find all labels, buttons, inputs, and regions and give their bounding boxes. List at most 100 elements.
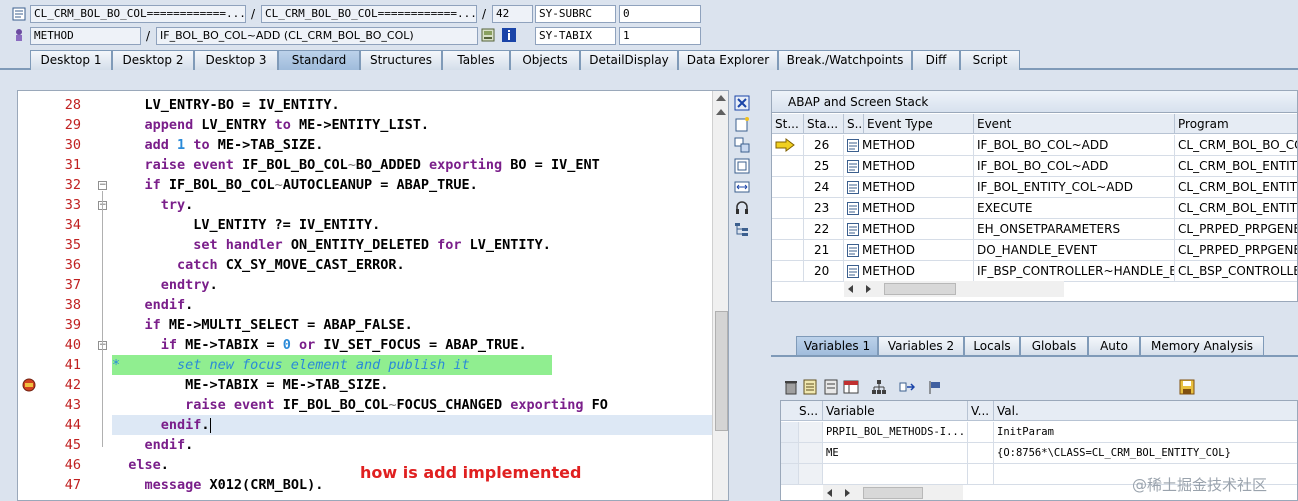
stack-level-cell[interactable]: 25: [804, 156, 844, 177]
tab-breakpoints-watchpoints[interactable]: Break./Watchpoints: [778, 50, 912, 70]
tab-diff[interactable]: Diff: [912, 50, 960, 70]
stack-level-cell[interactable]: 20: [804, 261, 844, 282]
table-icon[interactable]: [843, 379, 859, 395]
stack-current-marker[interactable]: [772, 219, 804, 240]
tab-tables[interactable]: Tables: [442, 50, 510, 70]
event-field[interactable]: IF_BOL_BO_COL~ADD (CL_CRM_BOL_BO_COL): [156, 27, 478, 45]
new-window-icon[interactable]: [734, 116, 750, 132]
event-cell[interactable]: EXECUTE: [974, 198, 1175, 219]
swap-icon[interactable]: [734, 137, 750, 153]
stack-level-cell[interactable]: 22: [804, 219, 844, 240]
var-view-cell[interactable]: [968, 422, 994, 443]
row-selector[interactable]: [781, 464, 799, 485]
code-line[interactable]: endtry.: [112, 275, 712, 295]
col-header-st[interactable]: St...: [772, 114, 804, 134]
event-type-cell[interactable]: METHOD: [844, 177, 974, 198]
current-statement-icon[interactable]: [22, 378, 36, 392]
code-line[interactable]: endif.: [112, 295, 712, 315]
event-type-field[interactable]: METHOD: [30, 27, 141, 45]
stack-current-marker[interactable]: [772, 135, 804, 156]
tab-script[interactable]: Script: [960, 50, 1020, 70]
navigate-icon[interactable]: [899, 379, 916, 395]
tab-detail-display[interactable]: DetailDisplay: [580, 50, 678, 70]
info-icon[interactable]: [502, 28, 516, 42]
program-cell[interactable]: CL_PRPED_PRPGENER: [1175, 240, 1297, 261]
variable-name-input[interactable]: ME: [823, 443, 968, 464]
hierarchy-icon[interactable]: [871, 379, 887, 395]
main-program-field[interactable]: CL_CRM_BOL_BO_COL============...: [30, 5, 246, 23]
line-number-field[interactable]: 42: [492, 5, 533, 23]
list-icon[interactable]: [802, 379, 818, 395]
close-icon[interactable]: [734, 95, 750, 111]
editor-scroll-thumb[interactable]: [715, 311, 728, 431]
event-cell[interactable]: DO_HANDLE_EVENT: [974, 240, 1175, 261]
event-type-cell[interactable]: METHOD: [844, 240, 974, 261]
tab-memory-analysis[interactable]: Memory Analysis: [1140, 336, 1264, 356]
tab-locals[interactable]: Locals: [964, 336, 1020, 356]
col-header-event-type[interactable]: Event Type: [864, 114, 974, 134]
code-line[interactable]: try.: [112, 195, 712, 215]
save-icon[interactable]: [1179, 379, 1195, 395]
var-view-cell[interactable]: [968, 464, 994, 485]
editor-vertical-scrollbar[interactable]: [712, 91, 728, 500]
code-line[interactable]: ME->TABIX = ME->TAB_SIZE.: [112, 375, 712, 395]
stack-current-marker[interactable]: [772, 177, 804, 198]
detail-icon[interactable]: [823, 379, 839, 395]
code-line[interactable]: endif.: [112, 415, 712, 435]
fold-toggle[interactable]: −: [98, 181, 107, 190]
code-line[interactable]: LV_ENTITY ?= IV_ENTITY.: [112, 215, 712, 235]
code-line[interactable]: raise event IF_BOL_BO_COL~FOCUS_CHANGED …: [112, 395, 712, 415]
stack-level-cell[interactable]: 23: [804, 198, 844, 219]
tree-icon[interactable]: [734, 221, 750, 237]
stack-level-cell[interactable]: 21: [804, 240, 844, 261]
display-source-icon[interactable]: [481, 28, 495, 42]
sy-tabix-value[interactable]: 1: [619, 27, 701, 45]
event-type-cell[interactable]: METHOD: [844, 261, 974, 282]
stack-current-marker[interactable]: [772, 240, 804, 261]
variable-name-input[interactable]: PRPIL_BOL_METHODS-I...: [823, 422, 968, 443]
program-cell[interactable]: CL_BSP_CONTROLLER: [1175, 261, 1297, 282]
program-cell[interactable]: CL_PRPED_PRPGENER: [1175, 219, 1297, 240]
variable-value-cell[interactable]: InitParam: [994, 422, 1297, 443]
code-line[interactable]: if ME->TABIX = 0 or IV_SET_FOCUS = ABAP_…: [112, 335, 712, 355]
row-selector[interactable]: [781, 443, 799, 464]
stack-horizontal-scrollbar[interactable]: [844, 281, 1064, 297]
event-cell[interactable]: IF_BSP_CONTROLLER~HANDLE_E...: [974, 261, 1175, 282]
col-header-variable[interactable]: Variable: [823, 401, 968, 421]
event-cell[interactable]: IF_BOL_BO_COL~ADD: [974, 156, 1175, 177]
code-line[interactable]: append LV_ENTRY to ME->ENTITY_LIST.: [112, 115, 712, 135]
code-line[interactable]: * set new focus element and publish it: [112, 355, 552, 375]
event-cell[interactable]: EH_ONSETPARAMETERS: [974, 219, 1175, 240]
col-header-event[interactable]: Event: [974, 114, 1175, 134]
tab-standard[interactable]: Standard: [278, 50, 360, 70]
event-type-cell[interactable]: METHOD: [844, 135, 974, 156]
code-line[interactable]: set handler ON_ENTITY_DELETED for LV_ENT…: [112, 235, 712, 255]
stack-current-marker[interactable]: [772, 156, 804, 177]
event-cell[interactable]: IF_BOL_ENTITY_COL~ADD: [974, 177, 1175, 198]
col-header-value[interactable]: Val.: [994, 401, 1297, 421]
tab-desktop-1[interactable]: Desktop 1: [30, 50, 112, 70]
stack-current-marker[interactable]: [772, 261, 804, 282]
code-line[interactable]: endif.: [112, 435, 712, 455]
tab-desktop-2[interactable]: Desktop 2: [112, 50, 194, 70]
tab-desktop-3[interactable]: Desktop 3: [194, 50, 278, 70]
headset-icon[interactable]: [734, 200, 750, 216]
stack-level-cell[interactable]: 24: [804, 177, 844, 198]
var-view-cell[interactable]: [968, 443, 994, 464]
code-line[interactable]: catch CX_SY_MOVE_CAST_ERROR.: [112, 255, 712, 275]
event-type-cell[interactable]: METHOD: [844, 198, 974, 219]
tab-globals[interactable]: Globals: [1020, 336, 1088, 356]
resize-icon[interactable]: [734, 179, 750, 195]
delete-icon[interactable]: [783, 379, 799, 395]
col-header-v[interactable]: V...: [968, 401, 994, 421]
code-line[interactable]: add 1 to ME->TAB_SIZE.: [112, 135, 712, 155]
code-line[interactable]: LV_ENTRY-BO = IV_ENTITY.: [112, 95, 712, 115]
event-type-cell[interactable]: METHOD: [844, 156, 974, 177]
event-cell[interactable]: IF_BOL_BO_COL~ADD: [974, 135, 1175, 156]
col-header-program[interactable]: Program: [1175, 114, 1297, 134]
tab-objects[interactable]: Objects: [510, 50, 580, 70]
code-line[interactable]: if ME->MULTI_SELECT = ABAP_FALSE.: [112, 315, 712, 335]
tab-data-explorer[interactable]: Data Explorer: [678, 50, 778, 70]
tab-variables-1[interactable]: Variables 1: [796, 336, 878, 356]
col-header-s[interactable]: S...: [844, 114, 864, 134]
